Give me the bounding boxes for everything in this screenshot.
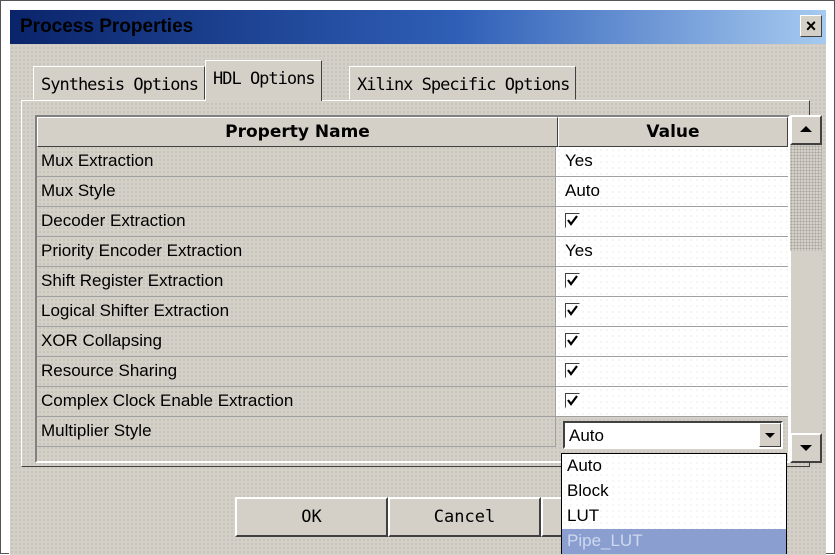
- property-value[interactable]: [556, 327, 788, 357]
- property-value[interactable]: Yes: [556, 147, 788, 177]
- arrow-down-icon: [800, 445, 812, 451]
- scroll-down-button[interactable]: [790, 433, 822, 463]
- scroll-up-button[interactable]: [790, 115, 822, 145]
- property-value[interactable]: [556, 387, 788, 417]
- chevron-down-icon: [765, 433, 775, 438]
- complex-clock-enable-extraction-checkbox[interactable]: [565, 393, 580, 408]
- column-header-property-name[interactable]: Property Name: [37, 117, 558, 147]
- scrollbar-thumb[interactable]: [790, 145, 822, 251]
- property-name: XOR Collapsing: [37, 327, 556, 357]
- dropdown-option[interactable]: LUT: [562, 504, 786, 529]
- property-name: Mux Style: [37, 177, 556, 207]
- close-button[interactable]: ×: [800, 15, 822, 37]
- dropdown-option-highlighted[interactable]: Pipe_LUT: [562, 529, 786, 554]
- property-grid: Property Name Value Mux Extraction Yes M…: [35, 115, 790, 463]
- tab-synthesis-options[interactable]: Synthesis Options: [33, 66, 205, 100]
- property-name: Logical Shifter Extraction: [37, 297, 556, 327]
- window-title: Process Properties: [20, 16, 194, 37]
- property-name: Resource Sharing: [37, 357, 556, 387]
- resource-sharing-checkbox[interactable]: [565, 363, 580, 378]
- scrollbar-track[interactable]: [790, 251, 822, 433]
- property-name: Complex Clock Enable Extraction: [37, 387, 556, 417]
- shift-register-extraction-checkbox[interactable]: [565, 273, 580, 288]
- multiplier-style-dropdown-list[interactable]: Auto Block LUT Pipe_LUT: [561, 453, 787, 554]
- dropdown-option[interactable]: Auto: [562, 454, 786, 479]
- property-name: Priority Encoder Extraction: [37, 237, 556, 267]
- cancel-button[interactable]: Cancel: [388, 497, 541, 537]
- tab-hdl-options[interactable]: HDL Options: [205, 60, 322, 101]
- property-value[interactable]: Yes: [556, 237, 788, 267]
- tab-xilinx-specific-options[interactable]: Xilinx Specific Options: [349, 66, 577, 100]
- vertical-scrollbar[interactable]: [790, 115, 822, 463]
- property-name: Multiplier Style: [37, 417, 556, 447]
- logical-shifter-extraction-checkbox[interactable]: [565, 303, 580, 318]
- arrow-up-icon: [800, 126, 812, 132]
- property-name: Mux Extraction: [37, 147, 556, 177]
- property-value[interactable]: [556, 297, 788, 327]
- ok-button[interactable]: OK: [235, 497, 388, 537]
- title-bar[interactable]: Process Properties ×: [10, 10, 826, 44]
- table-row[interactable]: Decoder Extraction: [37, 207, 788, 237]
- decoder-extraction-checkbox[interactable]: [565, 213, 580, 228]
- property-value[interactable]: Auto: [556, 177, 788, 207]
- table-row[interactable]: Multiplier Style Auto: [37, 417, 788, 449]
- table-row[interactable]: XOR Collapsing: [37, 327, 788, 357]
- dropdown-arrow-button[interactable]: [759, 423, 781, 447]
- dropdown-option[interactable]: Block: [562, 479, 786, 504]
- table-row[interactable]: Shift Register Extraction: [37, 267, 788, 297]
- table-row[interactable]: Resource Sharing: [37, 357, 788, 387]
- property-name: Shift Register Extraction: [37, 267, 556, 297]
- table-row[interactable]: Complex Clock Enable Extraction: [37, 387, 788, 417]
- table-row[interactable]: Priority Encoder Extraction Yes: [37, 237, 788, 267]
- multiplier-style-value: Auto: [569, 426, 604, 445]
- property-value[interactable]: [556, 207, 788, 237]
- table-row[interactable]: Logical Shifter Extraction: [37, 297, 788, 327]
- xor-collapsing-checkbox[interactable]: [565, 333, 580, 348]
- property-value[interactable]: [556, 357, 788, 387]
- multiplier-style-select[interactable]: Auto: [563, 421, 783, 449]
- property-name: Decoder Extraction: [37, 207, 556, 237]
- table-row[interactable]: Mux Extraction Yes: [37, 147, 788, 177]
- table-row[interactable]: Mux Style Auto: [37, 177, 788, 207]
- column-header-value[interactable]: Value: [558, 117, 788, 147]
- property-value[interactable]: [556, 267, 788, 297]
